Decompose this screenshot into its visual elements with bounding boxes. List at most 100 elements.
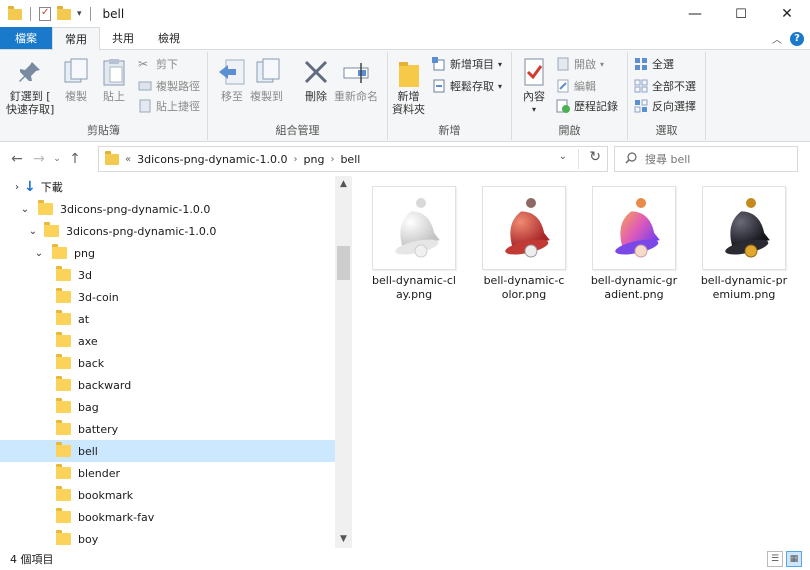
collapse-ribbon-icon[interactable]: ︿ bbox=[772, 31, 782, 46]
breadcrumb-separator-icon[interactable]: › bbox=[294, 154, 298, 165]
tree-item-folder[interactable]: boy bbox=[56, 528, 335, 548]
chevron-down-icon: ▾ bbox=[498, 59, 503, 69]
large-icons-view-icon[interactable]: ▦ bbox=[786, 551, 802, 567]
tree-item-root[interactable]: ⌄ 3dicons-png-dynamic-1.0.0 bbox=[18, 198, 335, 220]
address-history-dropdown-icon[interactable]: ⌄ bbox=[559, 151, 567, 162]
new-item-button[interactable]: 新增項目 ▾ bbox=[432, 56, 502, 72]
chevron-right-icon[interactable]: › bbox=[10, 182, 24, 193]
help-icon[interactable]: ? bbox=[790, 31, 804, 46]
chevron-down-icon[interactable]: ⌄ bbox=[18, 204, 32, 215]
scrollbar-thumb[interactable] bbox=[337, 246, 350, 280]
recent-locations-icon[interactable]: ⌄ bbox=[50, 154, 64, 164]
rename-button[interactable]: 重新命名 bbox=[334, 56, 378, 103]
close-button[interactable]: ✕ bbox=[764, 0, 810, 28]
tree-item-folder[interactable]: back bbox=[56, 352, 335, 374]
delete-button[interactable]: 刪除 bbox=[300, 56, 332, 103]
tab-share[interactable]: 共用 bbox=[100, 27, 146, 49]
edit-button[interactable]: 編輯 bbox=[556, 78, 596, 94]
breadcrumb-overflow[interactable]: « bbox=[125, 154, 131, 165]
open-group: 內容 ▾ 開啟 ▾ 編輯 歷程記錄 開啟 bbox=[512, 52, 628, 140]
move-to-button[interactable]: 移至 bbox=[216, 56, 248, 103]
search-box[interactable] bbox=[614, 146, 798, 172]
folder-icon bbox=[56, 376, 71, 391]
tree-item-folder[interactable]: blender bbox=[56, 462, 335, 484]
nav-pane-scrollbar[interactable]: ▲ ▼ bbox=[335, 176, 352, 548]
maximize-button[interactable]: ☐ bbox=[718, 0, 764, 28]
new-folder-quick-icon[interactable] bbox=[57, 5, 71, 20]
status-bar: 4 個項目 ☰ ▦ bbox=[0, 548, 810, 570]
tree-item-folder[interactable]: battery bbox=[56, 418, 335, 440]
chevron-down-icon[interactable]: ⌄ bbox=[26, 226, 40, 237]
tree-item-folder[interactable]: bag bbox=[56, 396, 335, 418]
history-button[interactable]: 歷程記錄 bbox=[556, 98, 618, 114]
file-tile[interactable]: bell-dynamic-cl ay.png bbox=[364, 186, 464, 302]
address-bar[interactable]: « 3dicons-png-dynamic-1.0.0 › png › bell… bbox=[98, 146, 608, 172]
copy-path-button[interactable]: 複製路徑 bbox=[138, 78, 200, 94]
open-button[interactable]: 開啟 ▾ bbox=[556, 56, 604, 72]
scroll-down-icon[interactable]: ▼ bbox=[335, 531, 352, 548]
breadcrumb-separator-icon[interactable]: › bbox=[330, 154, 334, 165]
navigation-pane: › ↓ 下載 ⌄ 3dicons-png-dynamic-1.0.0 ⌄ 3di… bbox=[0, 176, 352, 548]
copy-to-button[interactable]: 複製到 bbox=[250, 56, 283, 103]
file-tile[interactable]: bell-dynamic-gr adient.png bbox=[584, 186, 684, 302]
search-input[interactable] bbox=[645, 152, 785, 166]
tree-item-folder-selected[interactable]: bell bbox=[0, 440, 335, 462]
invert-selection-button[interactable]: 反向選擇 bbox=[634, 98, 696, 114]
window-controls: — ☐ ✕ bbox=[672, 0, 810, 28]
up-arrow-icon[interactable]: ↑ bbox=[64, 151, 86, 167]
tab-file[interactable]: 檔案 bbox=[0, 27, 52, 49]
cut-button[interactable]: ✂ 剪下 bbox=[138, 56, 178, 72]
copy-to-icon bbox=[251, 56, 283, 88]
tree-item-downloads[interactable]: › ↓ 下載 bbox=[10, 176, 335, 198]
paste-icon bbox=[98, 56, 130, 88]
chevron-down-icon[interactable]: ⌄ bbox=[32, 248, 46, 259]
minimize-button[interactable]: — bbox=[672, 0, 718, 28]
delete-icon bbox=[300, 56, 332, 88]
tree-item-label: at bbox=[78, 312, 90, 326]
details-view-icon[interactable]: ☰ bbox=[767, 551, 783, 567]
forward-arrow-icon[interactable]: → bbox=[28, 151, 50, 167]
paste-button[interactable]: 貼上 bbox=[98, 56, 130, 103]
tree-item-png[interactable]: ⌄ png bbox=[32, 242, 335, 264]
chevron-down-icon: ▾ bbox=[600, 59, 605, 69]
new-folder-button[interactable]: 新增 資料夾 bbox=[392, 56, 425, 116]
properties-button[interactable]: 內容 ▾ bbox=[518, 56, 550, 116]
tree-item-folder[interactable]: 3d bbox=[56, 264, 335, 286]
select-none-button[interactable]: 全部不選 bbox=[634, 78, 696, 94]
properties-quick-icon[interactable] bbox=[39, 7, 51, 21]
tree-item-folder[interactable]: bookmark-fav bbox=[56, 506, 335, 528]
file-tile[interactable]: bell-dynamic-c olor.png bbox=[474, 186, 574, 302]
download-icon: ↓ bbox=[24, 179, 36, 195]
select-all-button[interactable]: 全選 bbox=[634, 56, 674, 72]
tab-home[interactable]: 常用 bbox=[52, 27, 100, 50]
folder-icon bbox=[56, 464, 71, 479]
ribbon: 釘選到 [ 快速存取] 複製 貼上 ✂ 剪下 複製路徑 貼上捷徑 剪貼簿 移至 … bbox=[0, 50, 810, 142]
breadcrumb-root[interactable]: 3dicons-png-dynamic-1.0.0 bbox=[137, 153, 287, 166]
tab-view[interactable]: 檢視 bbox=[146, 27, 192, 49]
tree-item-folder[interactable]: bookmark bbox=[56, 484, 335, 506]
copy-button[interactable]: 複製 bbox=[60, 56, 92, 103]
pin-to-quick-access-button[interactable]: 釘選到 [ 快速存取] bbox=[6, 56, 54, 116]
folder-icon bbox=[8, 5, 22, 20]
file-name: bell-dynamic-pr bbox=[700, 274, 788, 287]
properties-label: 內容 bbox=[523, 90, 545, 103]
tree-item-folder[interactable]: 3d-coin bbox=[56, 286, 335, 308]
tree-item-sub[interactable]: ⌄ 3dicons-png-dynamic-1.0.0 bbox=[26, 220, 335, 242]
bell-icon bbox=[395, 198, 440, 258]
folder-icon bbox=[56, 530, 71, 545]
tree-item-folder[interactable]: backward bbox=[56, 374, 335, 396]
breadcrumb-bell[interactable]: bell bbox=[340, 153, 360, 166]
easy-access-button[interactable]: 輕鬆存取 ▾ bbox=[432, 78, 502, 94]
scroll-up-icon[interactable]: ▲ bbox=[335, 176, 352, 193]
open-label: 開啟 bbox=[574, 58, 596, 71]
file-tile[interactable]: bell-dynamic-pr emium.png bbox=[694, 186, 794, 302]
customize-quick-access-icon[interactable]: ▾ bbox=[77, 9, 82, 19]
easy-access-label: 輕鬆存取 bbox=[450, 80, 494, 93]
breadcrumb-png[interactable]: png bbox=[304, 153, 325, 166]
tree-item-folder[interactable]: at bbox=[56, 308, 335, 330]
new-item-icon bbox=[432, 57, 446, 71]
paste-shortcut-button[interactable]: 貼上捷徑 bbox=[138, 98, 200, 114]
refresh-icon[interactable]: ↻ bbox=[578, 149, 601, 169]
back-arrow-icon[interactable]: ← bbox=[6, 151, 28, 167]
tree-item-folder[interactable]: axe bbox=[56, 330, 335, 352]
